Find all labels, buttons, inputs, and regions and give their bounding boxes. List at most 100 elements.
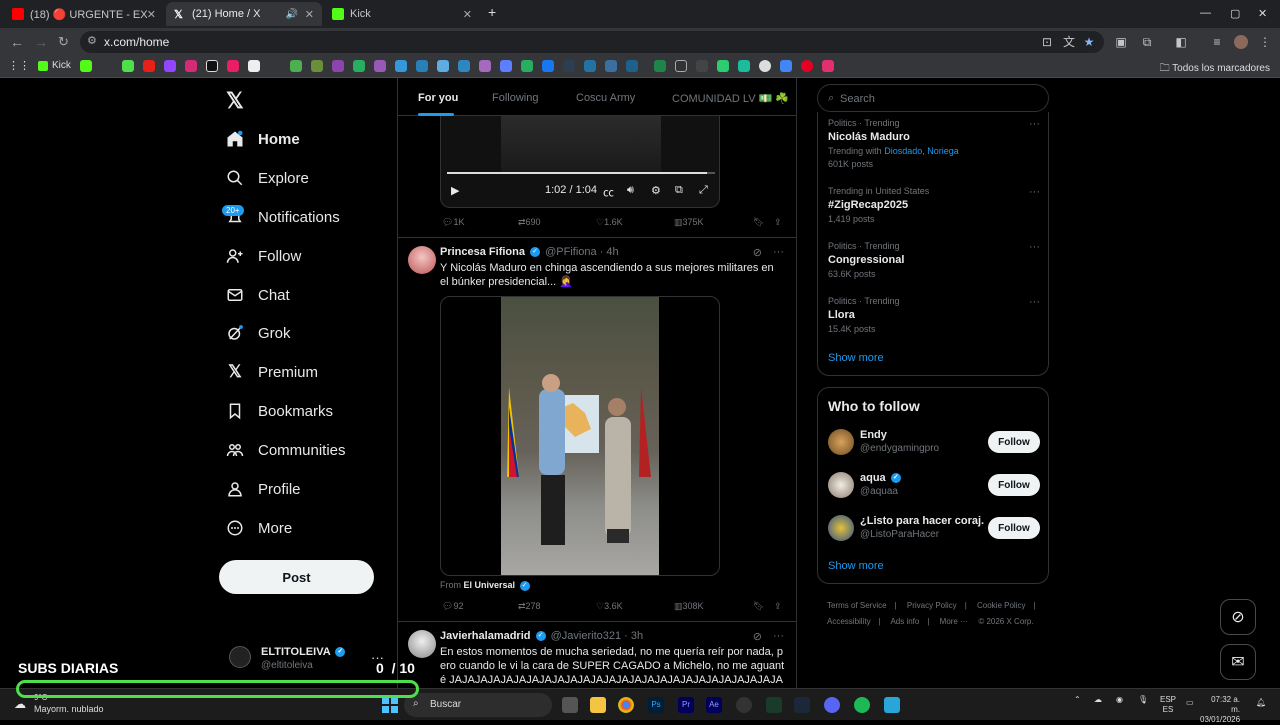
- photoshop-icon[interactable]: Ps: [648, 697, 664, 713]
- close-icon[interactable]: ✕: [147, 8, 156, 21]
- repost-button[interactable]: ⇄ 278: [518, 601, 541, 612]
- grok-fab[interactable]: ⊘: [1220, 599, 1256, 635]
- file-explorer-icon[interactable]: [590, 697, 606, 713]
- avatar[interactable]: [408, 246, 436, 274]
- bookmark-icon[interactable]: [437, 60, 449, 72]
- back-icon[interactable]: ←: [10, 34, 24, 50]
- repost-button[interactable]: ⇄ 690: [518, 217, 541, 228]
- bookmark-icon[interactable]: [290, 60, 302, 72]
- bookmark-icon-pinterest[interactable]: [801, 60, 813, 72]
- bookmark-icon[interactable]: 🔖︎: [753, 601, 764, 612]
- x-logo-icon[interactable]: 𝕏: [226, 88, 244, 114]
- bookmark-icon-facebook[interactable]: [542, 60, 554, 72]
- bookmark-icon[interactable]: [248, 60, 260, 72]
- footer-link[interactable]: Terms of Service: [827, 601, 887, 610]
- bookmark-icon[interactable]: [353, 60, 365, 72]
- video-progress-bar[interactable]: [447, 172, 715, 174]
- omnibox[interactable]: ⚙ x.com/home: [80, 31, 1104, 53]
- sidebar-item-communities[interactable]: Communities: [226, 435, 346, 465]
- footer-link[interactable]: More ···: [940, 617, 968, 626]
- tab-following[interactable]: Following: [492, 92, 538, 104]
- bookmark-icon-google[interactable]: [759, 60, 771, 72]
- tweet-age[interactable]: · 4h: [600, 246, 619, 258]
- bookmark-icon[interactable]: [311, 60, 323, 72]
- like-button[interactable]: ♡ 1.6K: [596, 217, 623, 228]
- downloads-icon[interactable]: ≡: [1210, 35, 1224, 49]
- bookmark-icon-youtube[interactable]: [143, 60, 155, 72]
- author-name[interactable]: Princesa Fifiona: [440, 246, 525, 258]
- tab-kick[interactable]: Kick ✕: [324, 2, 480, 26]
- more-dots-icon[interactable]: ···: [1029, 296, 1040, 308]
- bookmark-icon[interactable]: [584, 60, 596, 72]
- tray-icon[interactable]: ◉: [1116, 695, 1123, 705]
- pip-icon[interactable]: ⧉: [675, 184, 683, 197]
- like-button[interactable]: ♡ 3.6K: [596, 601, 623, 612]
- bookmark-icon[interactable]: [227, 60, 239, 72]
- bookmark-icon[interactable]: [332, 60, 344, 72]
- more-dots-icon[interactable]: ···: [773, 630, 784, 642]
- tab-x-home[interactable]: 𝕏 (21) Home / X 🔊 ✕: [166, 2, 322, 26]
- sidebar-item-profile[interactable]: Profile: [226, 474, 301, 504]
- bookmark-icon[interactable]: [717, 60, 729, 72]
- post-button[interactable]: Post: [219, 560, 374, 594]
- follow-button[interactable]: Follow: [988, 474, 1040, 496]
- grok-icon[interactable]: ⊘: [753, 630, 762, 643]
- search-input[interactable]: Search: [840, 93, 875, 105]
- bookmark-icon[interactable]: [458, 60, 470, 72]
- follow-suggestion[interactable]: aqua ✓ @aquaa Follow: [828, 472, 1040, 502]
- footer-link[interactable]: Cookie Policy: [977, 601, 1025, 610]
- author-handle[interactable]: @Javierito321: [551, 630, 621, 642]
- window-close-button[interactable]: ✕: [1258, 7, 1267, 20]
- bookmark-icon[interactable]: [626, 60, 638, 72]
- premiere-icon[interactable]: Pr: [678, 697, 694, 713]
- menu-icon[interactable]: ⋮: [1258, 35, 1272, 49]
- tweet-age[interactable]: · 3h: [624, 630, 643, 642]
- app-icon[interactable]: [884, 697, 900, 713]
- tray-chevron-icon[interactable]: ⌃: [1074, 695, 1081, 705]
- tab-youtube[interactable]: (18) 🔴 URGENTE - EXPLOSION ✕: [4, 2, 164, 26]
- media-icon[interactable]: ▣: [1114, 35, 1128, 49]
- sidebar-item-bookmarks[interactable]: Bookmarks: [226, 396, 333, 426]
- trend-item[interactable]: Politics · Trending Llora 15.4K posts ··…: [828, 296, 1040, 334]
- fullscreen-icon[interactable]: ⤢: [699, 184, 708, 197]
- after-effects-icon[interactable]: Ae: [706, 697, 722, 713]
- captions-icon[interactable]: ㏄: [603, 184, 614, 200]
- bookmark-icon[interactable]: [675, 60, 687, 72]
- show-more-link[interactable]: Show more: [828, 352, 884, 364]
- taskbar-clock[interactable]: 07:32 a. m. 03/01/2026: [1200, 695, 1240, 725]
- play-icon[interactable]: ▶: [451, 184, 459, 197]
- translate-icon[interactable]: 文: [1062, 35, 1076, 49]
- author-name[interactable]: Javierhalamadrid: [440, 630, 531, 642]
- bookmark-icon[interactable]: [479, 60, 491, 72]
- views-button[interactable]: ▥ 308K: [674, 601, 704, 612]
- footer-link[interactable]: Accessibility: [827, 617, 871, 626]
- url-text[interactable]: x.com/home: [104, 35, 169, 49]
- bookmark-icon[interactable]: [395, 60, 407, 72]
- settings-icon[interactable]: ⚙: [651, 184, 661, 197]
- source-link[interactable]: El Universal: [464, 580, 516, 590]
- bookmark-icon[interactable]: [605, 60, 617, 72]
- bookmark-icon[interactable]: [738, 60, 750, 72]
- sidebar-item-explore[interactable]: Explore: [226, 163, 309, 193]
- follow-suggestion[interactable]: Endy @endygamingpro Follow: [828, 429, 1040, 459]
- trend-link[interactable]: Diosdado: [884, 146, 922, 156]
- show-more-link[interactable]: Show more: [828, 560, 884, 572]
- reply-button[interactable]: 💬︎ 1K: [442, 217, 464, 228]
- avatar[interactable]: [408, 630, 436, 658]
- bookmark-icon[interactable]: [654, 60, 666, 72]
- discord-icon[interactable]: [824, 697, 840, 713]
- trend-item[interactable]: Politics · Trending Nicolás Maduro Trend…: [828, 118, 1040, 169]
- steam-icon[interactable]: [794, 697, 810, 713]
- trend-item[interactable]: Politics · Trending Congressional 63.6K …: [828, 241, 1040, 279]
- bookmark-kick[interactable]: Kick: [38, 60, 71, 71]
- more-dots-icon[interactable]: ···: [1029, 241, 1040, 253]
- bookmark-icon-twitch[interactable]: [164, 60, 176, 72]
- sidebar-item-grok[interactable]: Grok: [226, 318, 291, 348]
- tab-comunidad-lv[interactable]: COMUNIDAD LV 💵 ☘️: [672, 92, 789, 105]
- bookmark-icon[interactable]: [521, 60, 533, 72]
- more-dots-icon[interactable]: ···: [1029, 118, 1040, 130]
- bookmark-icon[interactable]: [500, 60, 512, 72]
- follow-button[interactable]: Follow: [988, 517, 1040, 539]
- tab-for-you[interactable]: For you: [418, 92, 458, 104]
- footer-link[interactable]: Privacy Policy: [907, 601, 957, 610]
